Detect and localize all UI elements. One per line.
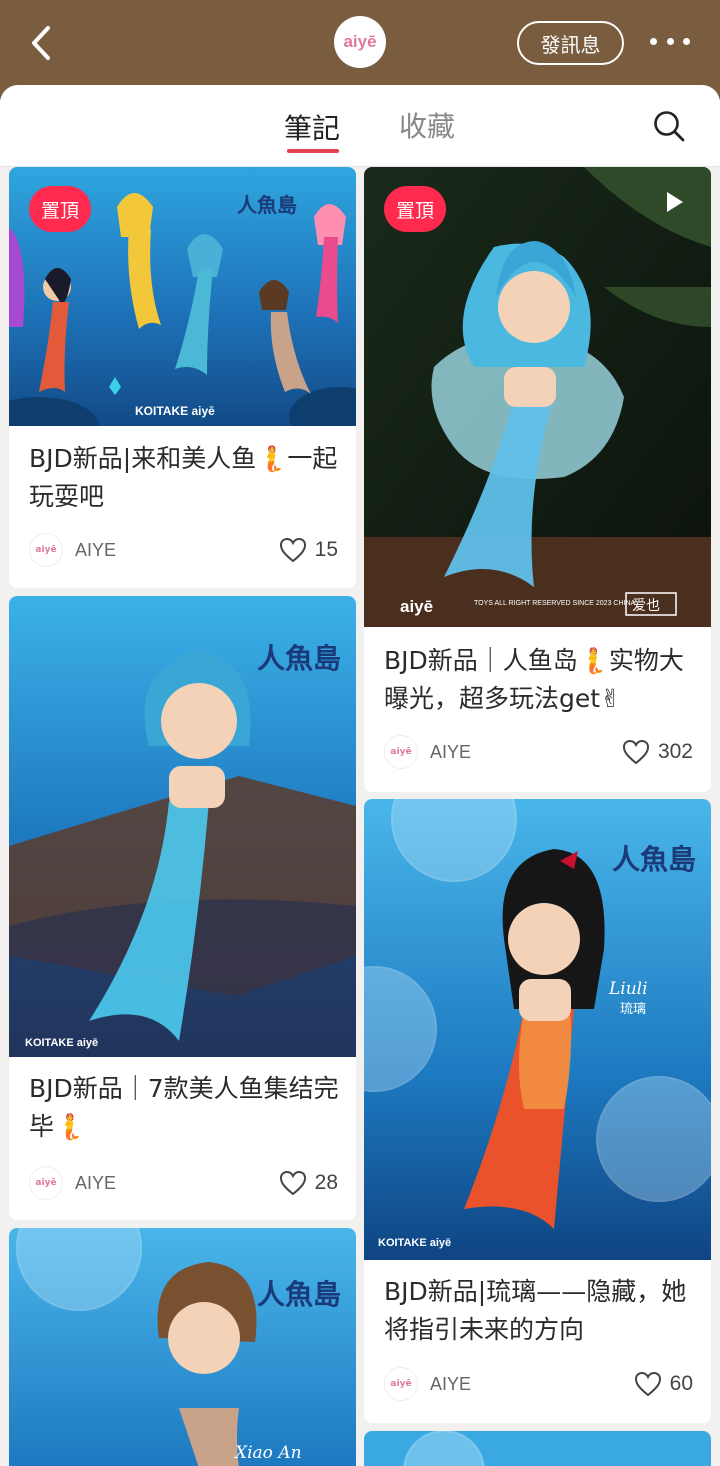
author-name: AIYE bbox=[430, 1373, 472, 1394]
send-message-button[interactable]: 發訊息 bbox=[517, 21, 624, 65]
like-count[interactable]: 302 bbox=[622, 739, 693, 765]
post-title: BJD新品|琉璃——隐藏，她将指引未来的方向 bbox=[384, 1277, 687, 1344]
character-name: Liuli bbox=[608, 979, 648, 999]
tab-bar: 筆記 收藏 bbox=[0, 85, 720, 167]
island-title: 人魚島 bbox=[257, 642, 341, 675]
author[interactable]: aiyē AIYE bbox=[384, 735, 471, 769]
like-count[interactable]: 60 bbox=[634, 1371, 693, 1397]
post-card[interactable]: aiyē TOYS ALL RIGHT RESERVED SINCE 2023 … bbox=[364, 167, 711, 792]
like-count[interactable]: 15 bbox=[279, 537, 338, 563]
logo-text: aiyē bbox=[343, 32, 377, 51]
video-play-icon bbox=[667, 192, 683, 212]
author[interactable]: aiyē AIYE bbox=[384, 1367, 471, 1401]
image-brand-caption: aiyē bbox=[400, 597, 433, 616]
avatar: aiyē bbox=[29, 1166, 63, 1200]
post-image: aiyē TOYS ALL RIGHT RESERVED SINCE 2023 … bbox=[364, 167, 711, 627]
heart-icon bbox=[634, 1371, 661, 1397]
pinned-badge: 置頂 bbox=[29, 186, 91, 232]
heart-icon bbox=[279, 537, 306, 563]
author-name: AIYE bbox=[430, 741, 472, 762]
avatar: aiyē bbox=[384, 735, 418, 769]
character-name: Xiao An bbox=[233, 1443, 302, 1463]
pinned-badge: 置頂 bbox=[384, 186, 446, 232]
image-brand-caption: KOITAKE aiyē bbox=[25, 1037, 98, 1049]
author[interactable]: aiyē AIYE bbox=[29, 1166, 116, 1200]
post-card[interactable]: KOITAKE aiyē 人魚島 Liuli 琉璃 BJD新品|琉璃——隐藏，她… bbox=[364, 799, 711, 1423]
post-title: BJD新品｜7款美人鱼集结完毕🧜 bbox=[29, 1074, 339, 1141]
like-count[interactable]: 28 bbox=[279, 1170, 338, 1196]
post-card[interactable]: KOITAKE aiyē 人魚島 BJD新品｜7款美人鱼集结完毕🧜 aiyē A… bbox=[9, 596, 356, 1220]
image-brand-cn: 爱也 bbox=[632, 598, 660, 614]
search-icon[interactable] bbox=[652, 109, 686, 143]
post-title: BJD新品|来和美人鱼🧜一起玩耍吧 bbox=[29, 444, 338, 511]
island-title: 人魚島 bbox=[612, 843, 696, 876]
post-image: KOITAKE aiyē 人魚島 Liuli 琉璃 bbox=[364, 799, 711, 1260]
post-image bbox=[364, 1431, 711, 1466]
post-card[interactable] bbox=[364, 1431, 711, 1466]
active-tab-indicator bbox=[287, 149, 339, 153]
island-title: 人魚島 bbox=[237, 193, 297, 217]
tab-notes[interactable]: 筆記 bbox=[284, 107, 340, 147]
image-rights-text: TOYS ALL RIGHT RESERVED SINCE 2023 CHINA bbox=[474, 600, 636, 607]
heart-icon bbox=[279, 1170, 306, 1196]
post-image: 人魚島 Xiao An bbox=[9, 1228, 356, 1466]
image-brand-caption: KOITAKE aiyē bbox=[135, 404, 215, 418]
like-number: 302 bbox=[657, 740, 693, 763]
image-brand-caption: KOITAKE aiyē bbox=[378, 1237, 451, 1249]
like-number: 15 bbox=[314, 538, 338, 561]
tab-favorites[interactable]: 收藏 bbox=[399, 105, 455, 145]
heart-icon bbox=[622, 739, 649, 765]
avatar: aiyē bbox=[384, 1367, 418, 1401]
character-name-cn: 琉璃 bbox=[620, 1002, 646, 1017]
post-card[interactable]: KOITAKE aiyē 人魚島 置頂 BJD新品|来和美人鱼🧜一起玩耍吧 ai… bbox=[9, 167, 356, 588]
profile-logo[interactable]: aiyē bbox=[334, 16, 386, 68]
post-card[interactable]: 人魚島 Xiao An bbox=[9, 1228, 356, 1466]
post-image: KOITAKE aiyē 人魚島 bbox=[9, 596, 356, 1057]
like-number: 28 bbox=[314, 1171, 338, 1194]
like-number: 60 bbox=[669, 1372, 693, 1395]
author[interactable]: aiyē AIYE bbox=[29, 533, 116, 567]
author-name: AIYE bbox=[75, 539, 117, 560]
island-title: 人魚島 bbox=[257, 1278, 341, 1311]
author-name: AIYE bbox=[75, 1172, 117, 1193]
avatar: aiyē bbox=[29, 533, 63, 567]
more-options-icon[interactable] bbox=[650, 38, 690, 48]
back-arrow-icon[interactable] bbox=[26, 22, 60, 64]
post-title: BJD新品｜人鱼岛🧜实物大曝光，超多玩法get✌ bbox=[384, 646, 684, 713]
